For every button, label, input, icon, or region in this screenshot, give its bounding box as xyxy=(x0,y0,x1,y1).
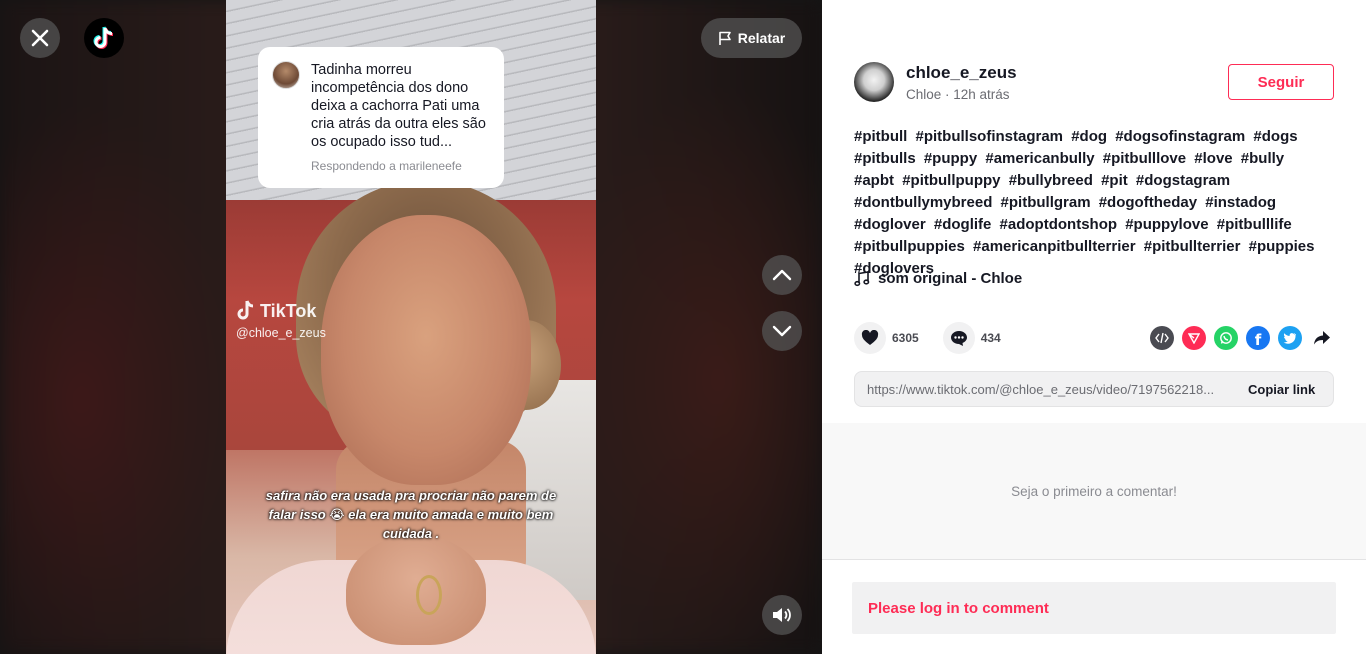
hashtag-link[interactable]: #doglover xyxy=(854,216,926,233)
pinned-comment-reply-label: Respondendo a marileneefe xyxy=(311,159,462,173)
hashtag-link[interactable]: #pitbullterrier xyxy=(1144,238,1241,255)
copy-link-button[interactable]: Copiar link xyxy=(1248,382,1315,397)
video-description: #pitbull #pitbullsofinstagram #dog #dogs… xyxy=(854,126,1334,280)
hashtag-link[interactable]: #pitbullpuppy xyxy=(902,172,1000,189)
hashtag-link[interactable]: #puppy xyxy=(924,150,977,167)
hashtag-link[interactable]: #pitbulllife xyxy=(1217,216,1292,233)
author-info: chloe_e_zeus Chloe · 12h atrás xyxy=(906,63,1017,102)
comment-count: 434 xyxy=(980,331,1001,345)
hashtag-link[interactable]: #americanbully xyxy=(985,150,1094,167)
flag-icon xyxy=(718,31,731,45)
hashtag-link[interactable]: #pitbulls xyxy=(854,150,916,167)
comments-list: Seja o primeiro a comentar! xyxy=(822,423,1366,560)
volume-icon xyxy=(773,608,791,622)
hashtag-link[interactable]: #pitbull xyxy=(854,128,907,145)
tiktok-logo-icon xyxy=(93,26,114,49)
share-icons: f xyxy=(1150,326,1334,350)
music-title: som original - Chloe xyxy=(878,270,1023,287)
commenter-avatar xyxy=(272,61,300,89)
hashtag-link[interactable]: #dontbullymybreed xyxy=(854,194,992,211)
watermark-logo: TikTok xyxy=(236,300,326,322)
video-link-text[interactable]: https://www.tiktok.com/@chloe_e_zeus/vid… xyxy=(867,382,1232,397)
previous-video-button[interactable] xyxy=(762,255,802,295)
login-to-comment-label: Please log in to comment xyxy=(868,599,1049,617)
author-username[interactable]: chloe_e_zeus xyxy=(906,63,1017,83)
engagement-stats: 6305 434 xyxy=(854,322,1025,354)
chevron-up-icon xyxy=(772,269,792,281)
hashtag-link[interactable]: #bullybreed xyxy=(1009,172,1093,189)
hashtag-link[interactable]: #bully xyxy=(1241,150,1284,167)
hashtag-link[interactable]: #dogoftheday xyxy=(1099,194,1197,211)
hashtag-link[interactable]: #apbt xyxy=(854,172,894,189)
facebook-icon[interactable]: f xyxy=(1246,326,1270,350)
twitter-icon[interactable] xyxy=(1278,326,1302,350)
close-icon xyxy=(31,29,49,47)
hashtag-link[interactable]: #adoptdontshop xyxy=(1000,216,1117,233)
video-person-face xyxy=(321,215,531,485)
page: Tadinha morreu incompetência dos dono de… xyxy=(0,0,1366,654)
chevron-down-icon xyxy=(772,325,792,337)
volume-button[interactable] xyxy=(762,595,802,635)
close-button[interactable] xyxy=(20,18,60,58)
hashtag-link[interactable]: #pitbullpuppies xyxy=(854,238,965,255)
hashtag-link[interactable]: #instadog xyxy=(1205,194,1276,211)
empty-comments-message: Seja o primeiro a comentar! xyxy=(1011,484,1177,499)
next-video-button[interactable] xyxy=(762,311,802,351)
hashtag-link[interactable]: #doglife xyxy=(934,216,992,233)
whatsapp-icon[interactable] xyxy=(1214,326,1238,350)
music-link[interactable]: som original - Chloe xyxy=(854,270,1022,287)
comment-button[interactable] xyxy=(942,322,975,354)
hashtag-link[interactable]: #dogsofinstagram xyxy=(1115,128,1245,145)
report-label: Relatar xyxy=(737,30,786,46)
login-to-comment-button[interactable]: Please log in to comment xyxy=(852,582,1336,634)
hashtag-link[interactable]: #pitbullgram xyxy=(1001,194,1091,211)
hashtag-link[interactable]: #dogstagram xyxy=(1136,172,1230,189)
hashtag-link[interactable]: #puppies xyxy=(1249,238,1315,255)
hashtag-link[interactable]: #puppylove xyxy=(1125,216,1208,233)
video-link-bar: https://www.tiktok.com/@chloe_e_zeus/vid… xyxy=(854,371,1334,407)
author-block[interactable]: chloe_e_zeus Chloe · 12h atrás xyxy=(854,62,1017,102)
hashtag-link[interactable]: #dog xyxy=(1071,128,1107,145)
like-button[interactable] xyxy=(854,322,886,354)
hashtag-link[interactable]: #pitbulllove xyxy=(1103,150,1186,167)
author-avatar[interactable] xyxy=(854,62,894,102)
send-icon[interactable] xyxy=(1182,326,1206,350)
hashtag-link[interactable]: #pitbullsofinstagram xyxy=(916,128,1064,145)
like-count: 6305 xyxy=(892,331,919,345)
comment-icon xyxy=(950,330,967,346)
hashtag-link[interactable]: #pit xyxy=(1101,172,1128,189)
embed-icon[interactable] xyxy=(1150,326,1174,350)
video-ring xyxy=(416,575,442,615)
watermark-brand: TikTok xyxy=(260,300,317,321)
share-arrow-icon[interactable] xyxy=(1310,326,1334,350)
video-caption-overlay: safira não era usada pra procriar não pa… xyxy=(265,488,557,541)
watermark-handle: @chloe_e_zeus xyxy=(236,326,326,340)
author-subtitle: Chloe · 12h atrás xyxy=(906,86,1010,102)
tiktok-note-icon xyxy=(237,300,254,320)
report-button[interactable]: Relatar xyxy=(701,18,802,58)
follow-button[interactable]: Seguir xyxy=(1228,64,1334,100)
tiktok-logo-button[interactable] xyxy=(84,18,124,58)
video-player-panel: Tadinha morreu incompetência dos dono de… xyxy=(0,0,822,654)
video-info-panel: chloe_e_zeus Chloe · 12h atrás Seguir #p… xyxy=(822,0,1366,654)
hashtag-link[interactable]: #love xyxy=(1194,150,1232,167)
music-note-icon xyxy=(854,270,870,286)
pinned-comment-bubble: Tadinha morreu incompetência dos dono de… xyxy=(258,47,504,188)
hashtag-link[interactable]: #americanpitbullterrier xyxy=(973,238,1136,255)
hashtag-link[interactable]: #dogs xyxy=(1253,128,1297,145)
pinned-comment-text: Tadinha morreu incompetência dos dono de… xyxy=(311,62,486,150)
heart-icon xyxy=(861,330,879,345)
video-frame[interactable]: Tadinha morreu incompetência dos dono de… xyxy=(226,0,596,654)
tiktok-watermark: TikTok @chloe_e_zeus xyxy=(236,300,326,340)
